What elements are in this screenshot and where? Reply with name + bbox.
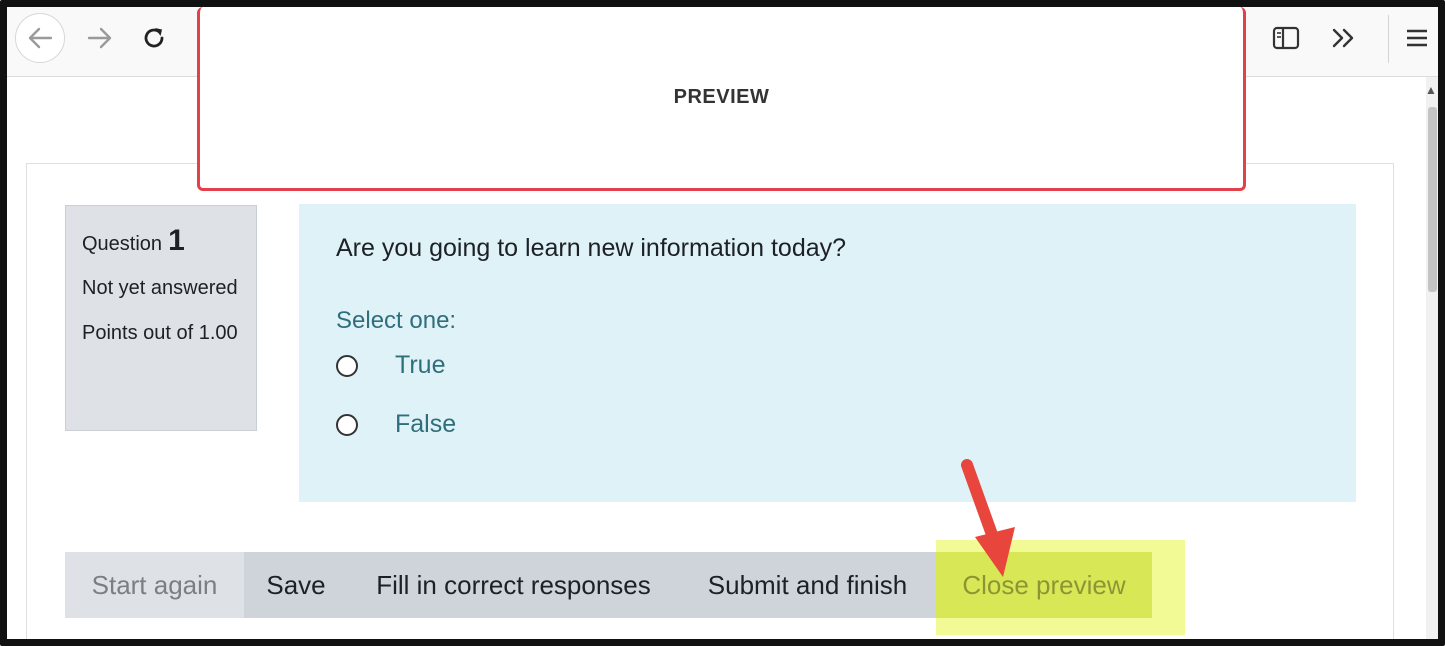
answer-prompt: Select one:	[336, 307, 457, 334]
chevron-double-right-icon	[1332, 28, 1354, 48]
question-state: Not yet answered	[82, 277, 238, 299]
fill-correct-responses-button[interactable]: Fill in correct responses	[348, 552, 679, 618]
radio-button[interactable]	[336, 413, 358, 436]
reader-view-button[interactable]	[1261, 13, 1311, 63]
question-number-row: Question 1	[82, 224, 240, 258]
back-button[interactable]	[15, 13, 65, 63]
scroll-up-icon[interactable]: ▲	[1425, 83, 1437, 97]
submit-and-finish-button[interactable]: Submit and finish	[679, 552, 936, 618]
close-preview-button[interactable]: Close preview	[936, 552, 1152, 618]
question-label: Question	[82, 233, 163, 255]
forward-button[interactable]	[75, 13, 125, 63]
question-grade: Points out of 1.00	[82, 322, 238, 344]
question-content: Are you going to learn new information t…	[299, 204, 1356, 502]
preview-title: PREVIEW	[673, 86, 770, 108]
preview-header-box: PREVIEW	[197, 7, 1246, 191]
answer-label[interactable]: True	[395, 351, 445, 380]
screenshot-frame: ▲ PREVIEW Question 1 Not yet answered Po…	[0, 0, 1445, 646]
reload-icon	[144, 28, 164, 48]
reload-button[interactable]	[129, 13, 179, 63]
toolbar-separator	[1388, 15, 1389, 63]
scrollbar-thumb[interactable]	[1428, 107, 1437, 292]
menu-button[interactable]	[1392, 13, 1438, 63]
question-info-panel: Question 1 Not yet answered Points out o…	[65, 205, 257, 431]
answer-option-true[interactable]: True	[336, 351, 1319, 380]
question-text: Are you going to learn new information t…	[336, 234, 847, 262]
radio-button[interactable]	[336, 354, 358, 377]
answer-option-false[interactable]: False	[336, 410, 1319, 439]
arrow-left-icon	[28, 27, 53, 49]
question-number: 1	[168, 224, 185, 257]
question-actions-bar: Start again Save Fill in correct respons…	[65, 552, 1152, 618]
hamburger-menu-icon	[1407, 29, 1427, 47]
arrow-right-icon	[87, 27, 112, 49]
overflow-button[interactable]	[1319, 13, 1369, 63]
answer-label[interactable]: False	[395, 410, 456, 439]
save-button[interactable]: Save	[244, 552, 348, 618]
reader-view-icon	[1272, 26, 1300, 50]
start-again-button[interactable]: Start again	[65, 552, 244, 618]
